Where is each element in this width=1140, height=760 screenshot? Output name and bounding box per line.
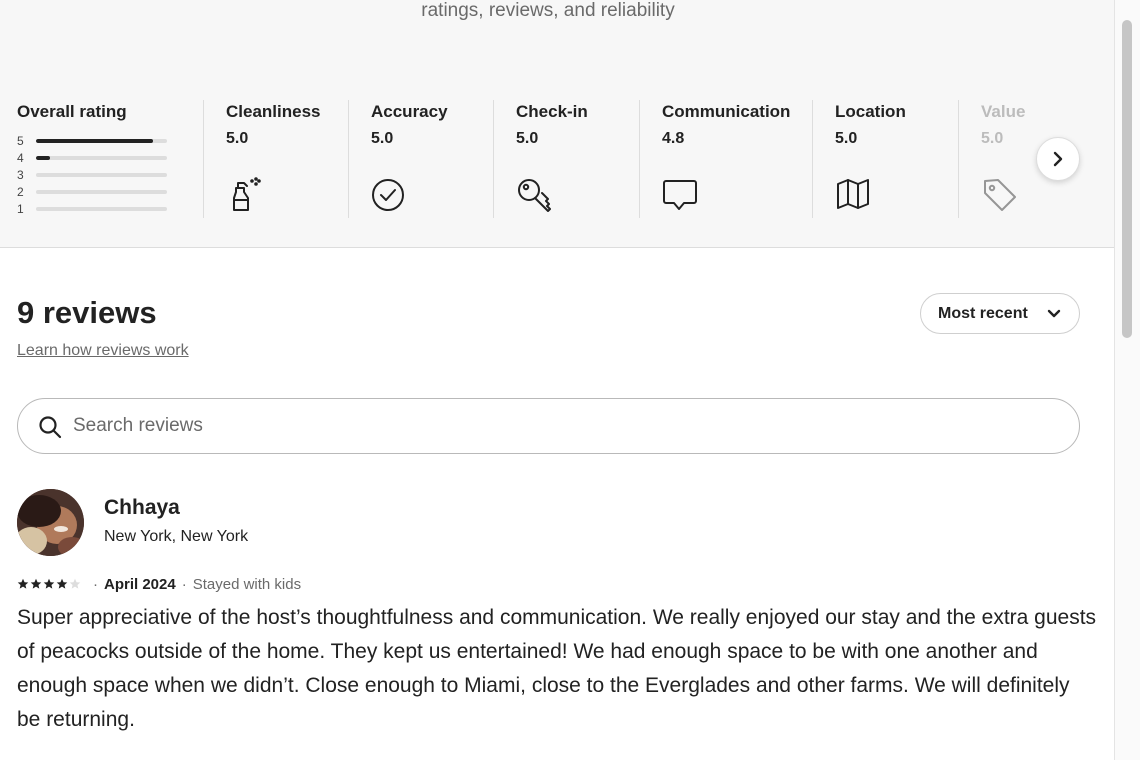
rating-bar-track — [36, 155, 167, 160]
rating-bar-fill — [36, 155, 51, 160]
category-accuracy: Accuracy 5.0 — [348, 100, 493, 218]
rating-distribution: 5 4 3 2 1 — [17, 132, 187, 217]
chat-bubble-icon — [663, 180, 697, 210]
key-icon — [518, 179, 551, 212]
rating-bar-row: 5 — [17, 132, 187, 149]
category-value: 5.0 — [371, 130, 394, 147]
separator-dot: · — [93, 575, 98, 593]
rating-bar-number: 2 — [17, 184, 24, 199]
star-empty-icon — [69, 578, 81, 589]
chevron-right-icon — [1053, 151, 1063, 167]
map-icon — [837, 179, 869, 209]
tag-icon — [984, 179, 1016, 211]
search-reviews-box — [17, 398, 1080, 454]
rating-bar-number: 3 — [17, 167, 24, 182]
review-star-rating — [17, 578, 81, 590]
rating-bar-number: 5 — [17, 133, 24, 148]
overall-rating-label: Overall rating — [17, 102, 127, 121]
reviewer-name[interactable]: Chhaya — [104, 496, 180, 520]
review-text: Super appreciative of the host’s thought… — [17, 606, 1097, 731]
scrollbar-thumb[interactable] — [1122, 20, 1132, 338]
star-filled-icon — [56, 578, 68, 589]
category-location: Location 5.0 — [812, 100, 958, 218]
category-label: Communication — [662, 102, 791, 121]
reviewer-location: New York, New York — [104, 528, 249, 545]
avatar-photo — [17, 489, 84, 556]
star-filled-icon — [30, 578, 42, 589]
category-communication: Communication 4.8 — [639, 100, 812, 218]
search-reviews-input[interactable] — [73, 409, 1053, 443]
reviewer-avatar[interactable] — [17, 489, 84, 556]
category-cleanliness: Cleanliness 5.0 — [203, 100, 348, 218]
page-scrollbar[interactable] — [1114, 0, 1140, 760]
separator-dot: · — [181, 575, 187, 593]
category-label: Value — [981, 102, 1026, 121]
ratings-band: ratings, reviews, and reliability Overal… — [0, 0, 1114, 248]
rating-bar-track — [36, 172, 167, 177]
sort-dropdown-button[interactable]: Most recent — [920, 293, 1080, 334]
rating-bar-row: 4 — [17, 149, 187, 166]
stay-type: Stayed with kids — [192, 575, 302, 593]
category-value: 5.0 — [226, 130, 249, 147]
category-value: 5.0 — [981, 130, 1004, 147]
review-date: April 2024 — [104, 575, 176, 593]
section-subtitle: ratings, reviews, and reliability — [421, 0, 675, 21]
category-label: Location — [835, 102, 906, 121]
overall-rating: Overall rating 5 4 3 2 1 — [17, 100, 187, 217]
search-icon — [39, 416, 62, 439]
rating-bar-row: 2 — [17, 183, 187, 200]
next-categories-button[interactable] — [1036, 137, 1080, 181]
rating-bar-track — [36, 189, 167, 194]
star-filled-icon — [43, 578, 55, 589]
category-check-in: Check-in 5.0 — [493, 100, 639, 218]
chevron-down-icon — [1047, 309, 1061, 318]
rating-bar-fill — [36, 138, 153, 143]
category-value: Value 5.0 — [958, 100, 1038, 218]
rating-bar-number: 1 — [17, 201, 24, 216]
rating-bar-number: 4 — [17, 150, 24, 165]
category-value: 5.0 — [516, 130, 539, 147]
rating-bar-track — [36, 138, 167, 143]
sort-label: Most recent — [938, 304, 1028, 322]
learn-how-reviews-work-link[interactable]: Learn how reviews work — [17, 342, 189, 360]
star-filled-icon — [17, 578, 29, 589]
rating-bar-row: 1 — [17, 200, 187, 217]
category-label: Check-in — [516, 102, 588, 121]
check-circle-icon — [372, 179, 404, 211]
category-value: 5.0 — [835, 130, 858, 147]
rating-bar-track — [36, 206, 167, 211]
category-label: Accuracy — [371, 102, 448, 121]
rating-bar-row: 3 — [17, 166, 187, 183]
category-value: 4.8 — [662, 130, 685, 147]
category-label: Cleanliness — [226, 102, 321, 121]
reviews-count-heading: 9 reviews — [17, 295, 157, 330]
ratings-row: Overall rating 5 4 3 2 1 Cleanliness 5.0… — [0, 100, 1114, 220]
spray-bottle-icon — [233, 177, 261, 211]
review-meta: · April 2024 · Stayed with kids — [17, 575, 301, 593]
